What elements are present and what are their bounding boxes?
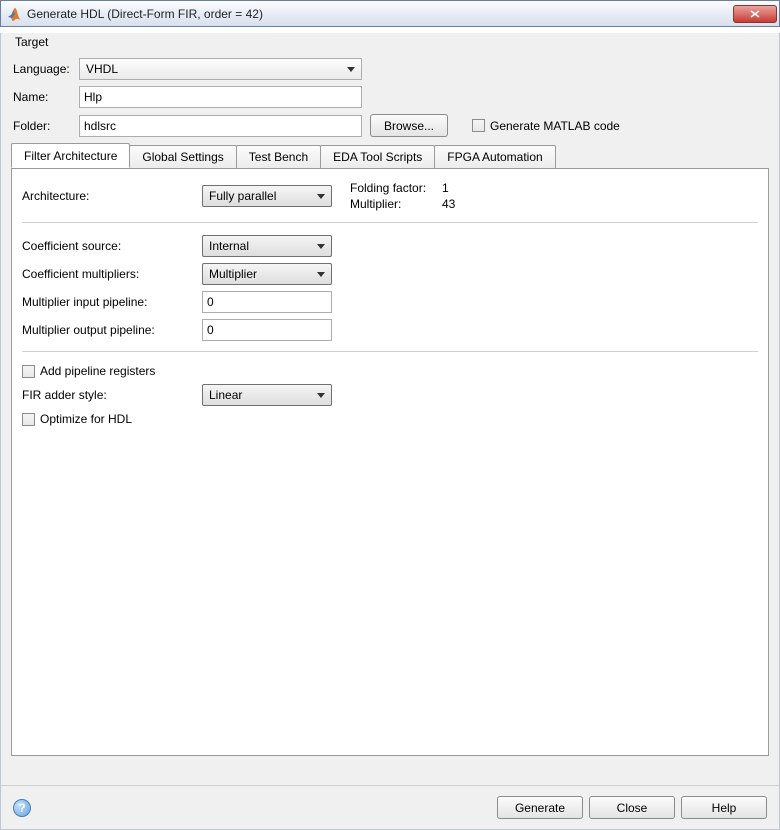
name-input[interactable] <box>79 86 362 108</box>
generate-matlab-checkbox[interactable]: Generate MATLAB code <box>472 119 620 133</box>
mult-out-pipe-row: Multiplier output pipeline: <box>22 319 758 341</box>
tab-eda-tool-scripts[interactable]: EDA Tool Scripts <box>320 145 435 168</box>
tab-strip: Filter Architecture Global Settings Test… <box>11 145 769 168</box>
coeff-mult-row: Coefficient multipliers: Multiplier <box>22 263 758 285</box>
mult-out-pipe-label: Multiplier output pipeline: <box>22 323 202 337</box>
name-label: Name: <box>13 90 79 104</box>
coeff-source-label: Coefficient source: <box>22 239 202 253</box>
divider <box>22 351 758 352</box>
coeff-source-row: Coefficient source: Internal <box>22 235 758 257</box>
coeff-mult-select[interactable]: Multiplier <box>202 263 332 285</box>
optimize-checkbox[interactable]: Optimize for HDL <box>22 412 132 426</box>
window-title: Generate HDL (Direct-Form FIR, order = 4… <box>27 7 733 21</box>
matlab-icon <box>7 6 23 22</box>
target-group: Target Language: VHDL Name: Folder: Brow… <box>11 33 769 137</box>
coeff-mult-label: Coefficient multipliers: <box>22 267 202 281</box>
mult-in-pipe-input[interactable] <box>202 291 332 313</box>
titlebar: Generate HDL (Direct-Form FIR, order = 4… <box>0 0 780 27</box>
checkbox-icon <box>22 413 35 426</box>
folder-row: Folder: Browse... Generate MATLAB code <box>13 114 769 137</box>
generate-button[interactable]: Generate <box>497 796 583 819</box>
fir-adder-row: FIR adder style: Linear <box>22 384 758 406</box>
target-legend: Target <box>11 33 769 55</box>
help-button[interactable]: Help <box>681 796 767 819</box>
language-row: Language: VHDL <box>13 58 769 80</box>
checkbox-icon <box>472 119 485 132</box>
mult-in-pipe-row: Multiplier input pipeline: <box>22 291 758 313</box>
tab-panel: Architecture: Fully parallel Folding fac… <box>11 168 769 756</box>
tabs-area: Filter Architecture Global Settings Test… <box>11 145 769 756</box>
mult-in-pipe-label: Multiplier input pipeline: <box>22 295 202 309</box>
close-button[interactable]: Close <box>589 796 675 819</box>
folder-input[interactable] <box>79 115 362 137</box>
architecture-row: Architecture: Fully parallel Folding fac… <box>22 180 758 212</box>
name-row: Name: <box>13 86 769 108</box>
architecture-info: Folding factor:1 Multiplier:43 <box>350 180 455 212</box>
mult-out-pipe-input[interactable] <box>202 319 332 341</box>
checkbox-icon <box>22 365 35 378</box>
tab-fpga-automation[interactable]: FPGA Automation <box>434 145 555 168</box>
coeff-source-select[interactable]: Internal <box>202 235 332 257</box>
fir-adder-label: FIR adder style: <box>22 388 202 402</box>
divider <box>22 222 758 223</box>
help-icon[interactable]: ? <box>13 799 31 817</box>
window-body: Target Language: VHDL Name: Folder: Brow… <box>0 33 780 830</box>
window-close-button[interactable] <box>733 5 777 23</box>
architecture-label: Architecture: <box>22 189 202 203</box>
browse-button[interactable]: Browse... <box>370 114 448 137</box>
folder-label: Folder: <box>13 119 79 133</box>
language-label: Language: <box>13 62 79 76</box>
close-icon <box>750 10 760 18</box>
bottom-bar: ? Generate Close Help <box>1 785 779 829</box>
optimize-row: Optimize for HDL <box>22 412 758 426</box>
tab-test-bench[interactable]: Test Bench <box>236 145 321 168</box>
fir-adder-select[interactable]: Linear <box>202 384 332 406</box>
language-select[interactable]: VHDL <box>79 58 362 80</box>
tab-filter-architecture[interactable]: Filter Architecture <box>11 143 130 168</box>
architecture-select[interactable]: Fully parallel <box>202 185 332 207</box>
add-pipe-checkbox[interactable]: Add pipeline registers <box>22 364 155 378</box>
tab-global-settings[interactable]: Global Settings <box>129 145 236 168</box>
add-pipe-row: Add pipeline registers <box>22 364 758 378</box>
